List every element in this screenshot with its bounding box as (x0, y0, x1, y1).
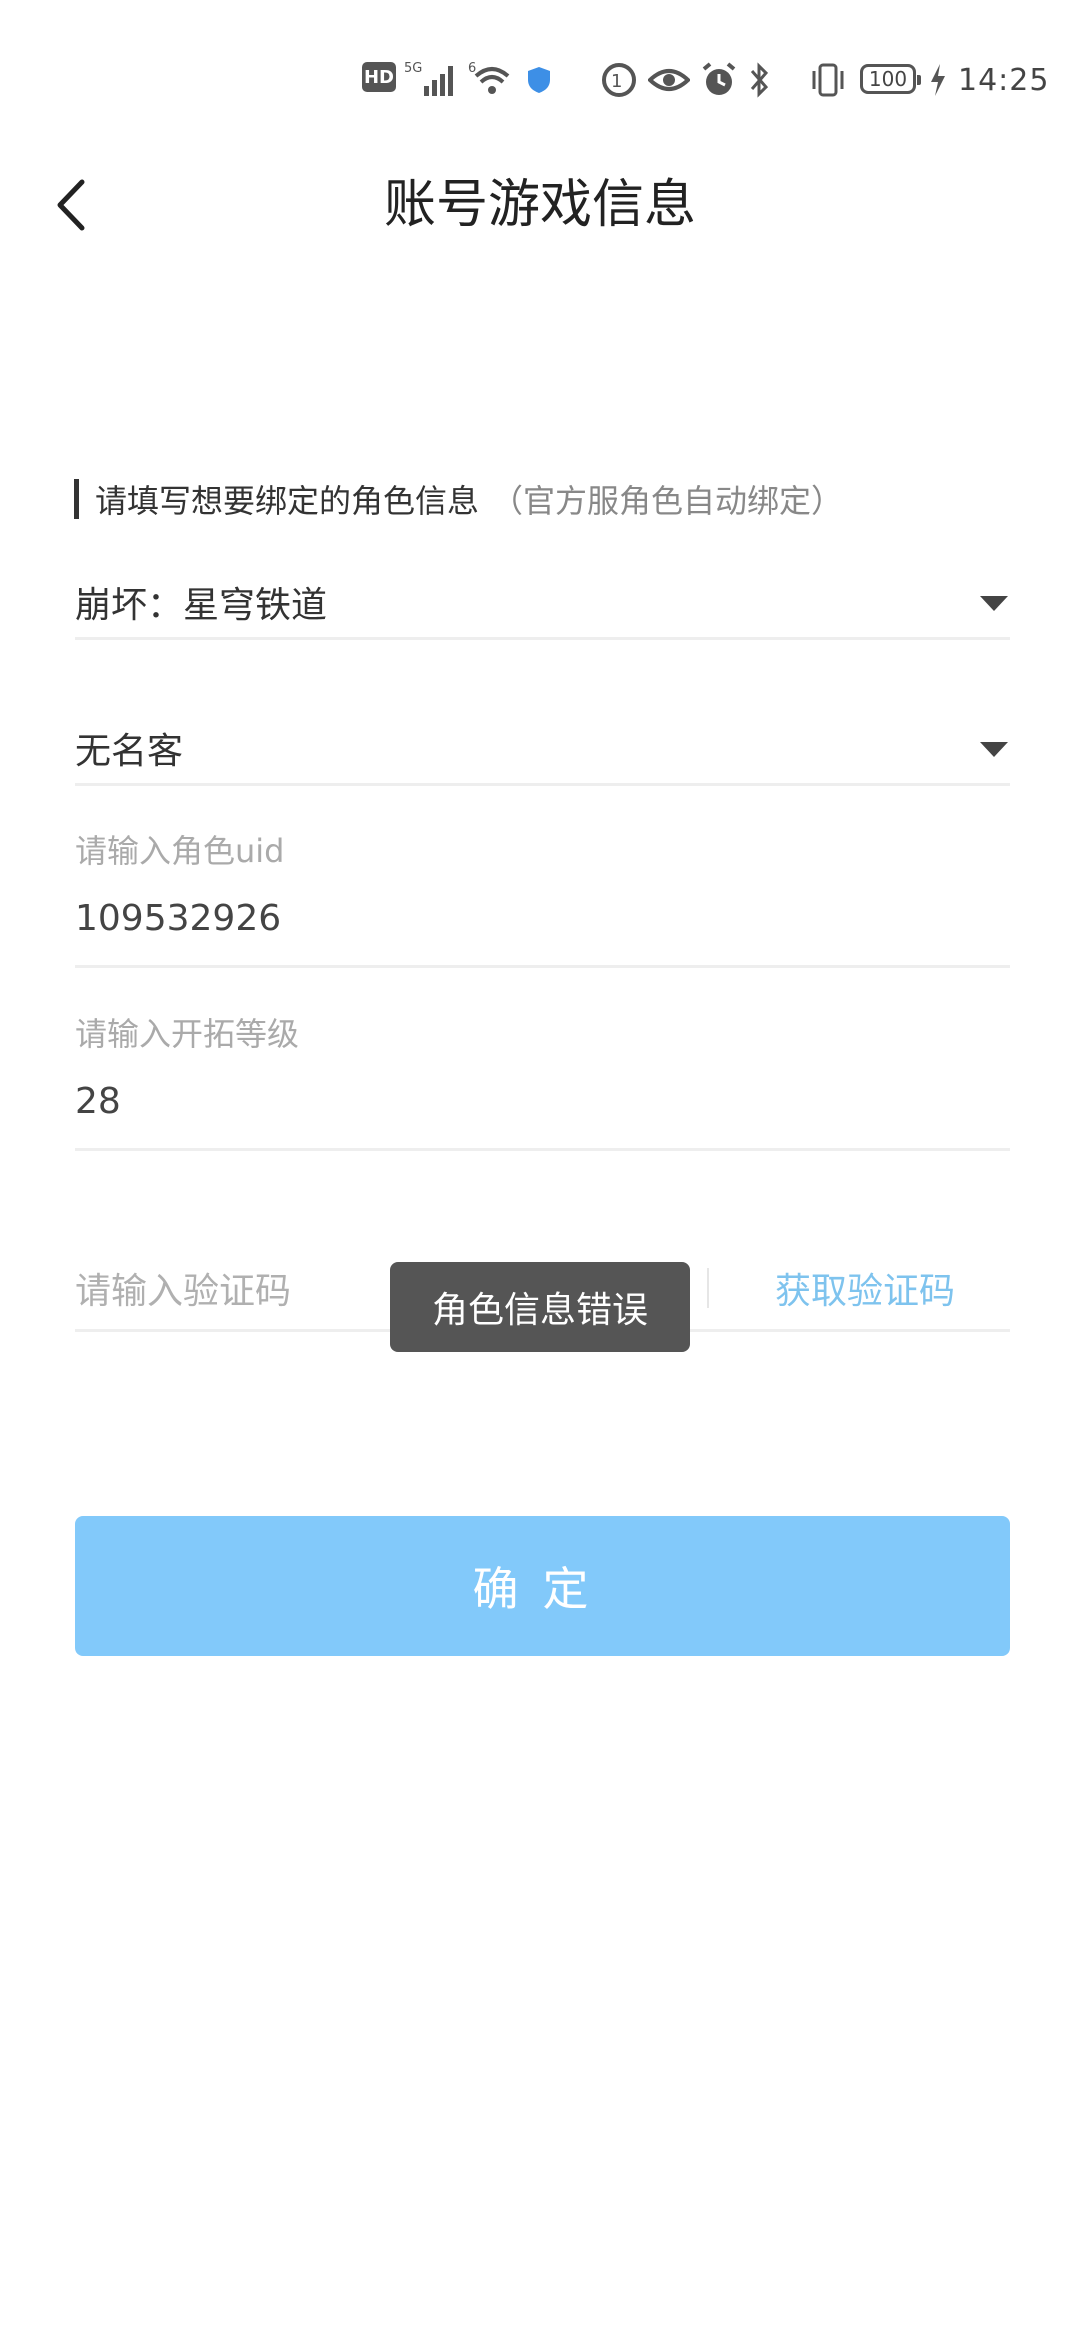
error-toast: 角色信息错误 (390, 1262, 690, 1352)
divider (75, 637, 1010, 640)
signal-icon: 5G (404, 60, 464, 100)
level-label: 请输入开拓等级 (75, 1015, 300, 1053)
uid-input[interactable]: 109532926 (75, 898, 281, 939)
divider (75, 1148, 1010, 1151)
charging-icon (928, 60, 948, 100)
data-saver-icon: 1 (600, 60, 638, 100)
header: 账号游戏信息 (0, 150, 1080, 260)
level-field[interactable]: 请输入开拓等级 28 (75, 1003, 1010, 1151)
get-code-button[interactable]: 获取验证码 (775, 1262, 955, 1314)
server-select-value: 无名客 (75, 731, 184, 772)
shield-icon (526, 60, 552, 100)
uid-field[interactable]: 请输入角色uid 109532926 (75, 820, 1010, 968)
uid-label: 请输入角色uid (75, 832, 285, 870)
verify-code-input[interactable]: 请输入验证码 (75, 1262, 291, 1314)
chevron-down-icon (980, 596, 1008, 611)
section-title: 请填写想要绑定的角色信息 （官方服角色自动绑定） (74, 476, 843, 522)
confirm-button[interactable]: 确定 (75, 1516, 1010, 1656)
wifi-label: 6 (468, 61, 476, 76)
vibrate-icon (808, 60, 848, 100)
battery-level: 100 (868, 67, 908, 91)
page-title: 账号游戏信息 (383, 175, 696, 235)
battery-icon: 100 (860, 64, 921, 94)
divider (75, 783, 1010, 786)
divider (75, 965, 1010, 968)
bluetooth-icon (748, 60, 772, 100)
hd-badge: HD (362, 62, 396, 92)
eye-icon (648, 60, 690, 100)
status-bar: HD 5G 6 1 100 14:25 (0, 0, 1080, 160)
server-select[interactable]: 无名客 (75, 706, 1010, 786)
section-note: （官方服角色自动绑定） (491, 482, 844, 520)
game-select-value: 崩坏：星穹铁道 (75, 585, 328, 626)
wifi-icon: 6 (468, 60, 514, 100)
chevron-down-icon (980, 742, 1008, 757)
network-type-label: 5G (404, 61, 422, 76)
level-input[interactable]: 28 (75, 1081, 121, 1122)
section-title-text: 请填写想要绑定的角色信息 (95, 482, 480, 520)
clock: 14:25 (958, 62, 1050, 98)
svg-text:1: 1 (611, 71, 622, 92)
divider (707, 1268, 709, 1308)
alarm-icon (700, 60, 738, 100)
game-select[interactable]: 崩坏：星穹铁道 (75, 560, 1010, 640)
section-accent-bar (74, 479, 79, 519)
